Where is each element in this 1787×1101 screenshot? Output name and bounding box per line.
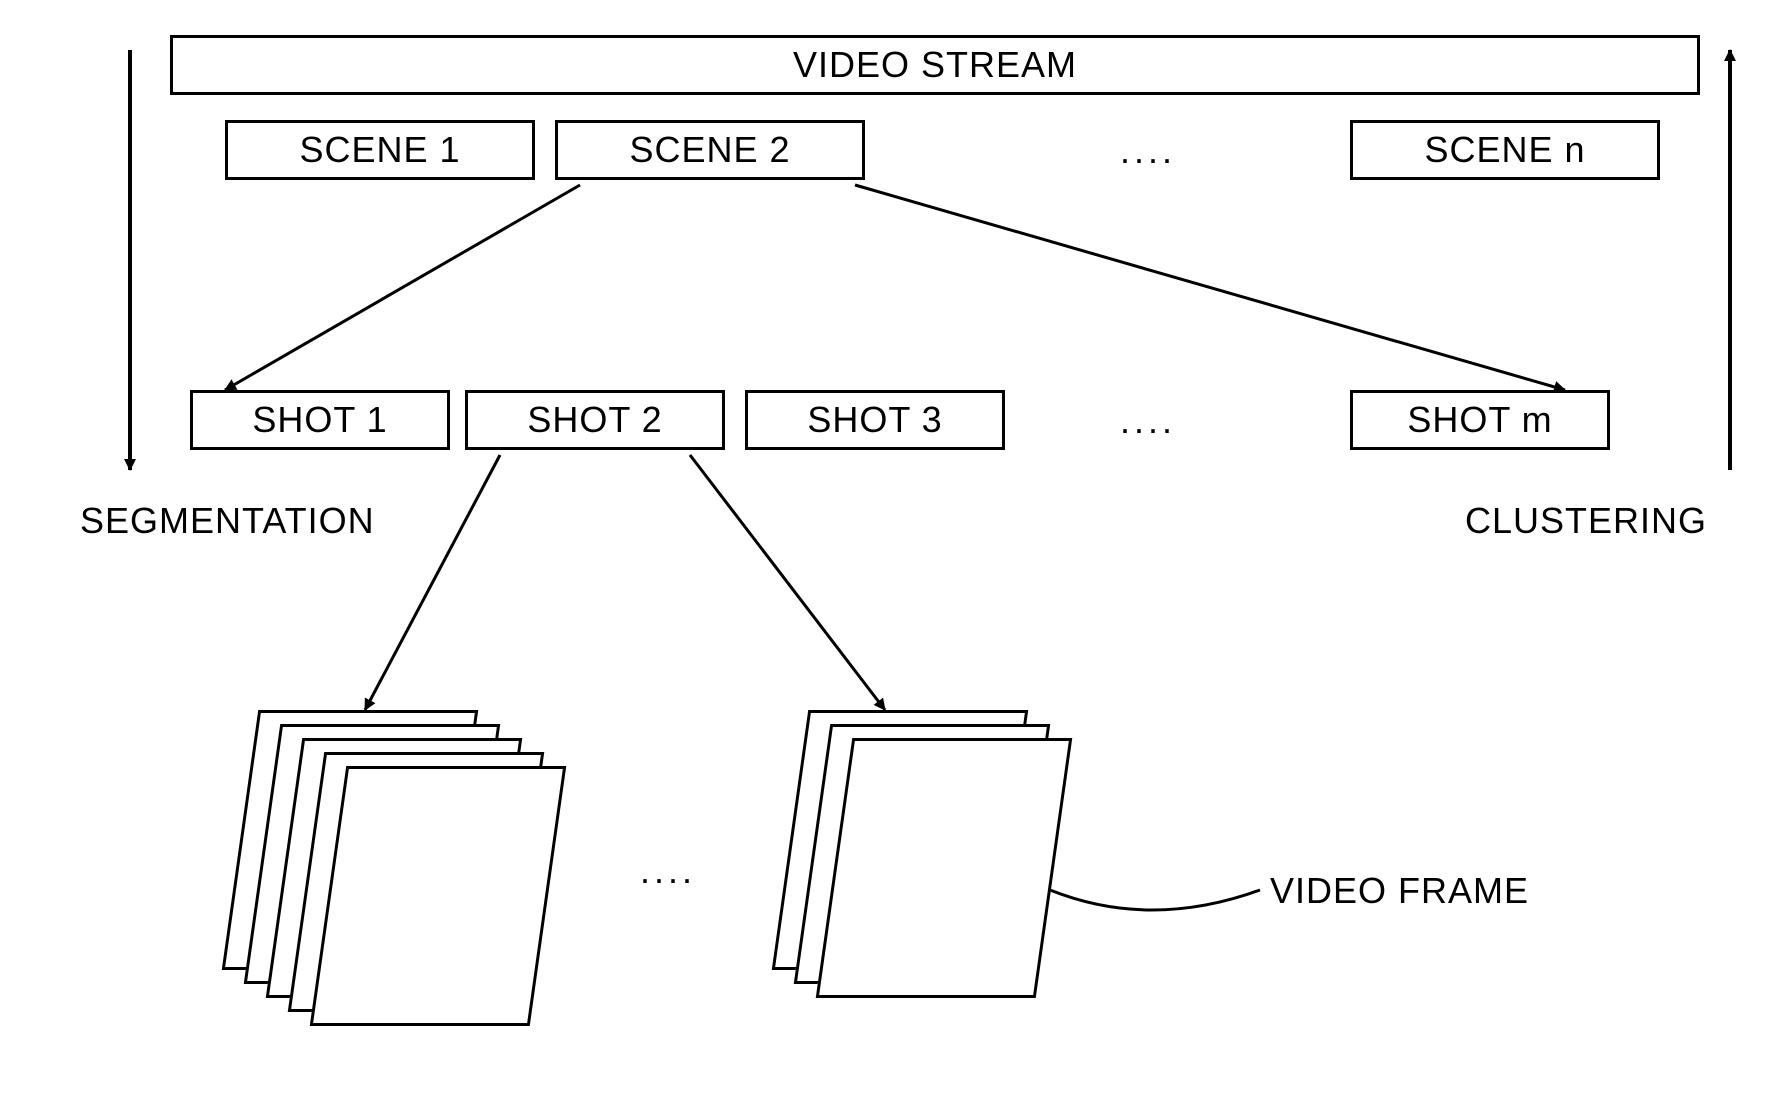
clustering-label: CLUSTERING — [1465, 500, 1707, 542]
shot-m-box: SHOT m — [1350, 390, 1610, 450]
frame-ellipsis: .... — [640, 850, 696, 892]
video-stream-label: VIDEO STREAM — [793, 44, 1077, 86]
shot-3-label: SHOT 3 — [807, 399, 942, 441]
shot-2-box: SHOT 2 — [465, 390, 725, 450]
shot-2-label: SHOT 2 — [527, 399, 662, 441]
shot2-to-leftframes-arrow — [365, 455, 500, 710]
video-frame-label: VIDEO FRAME — [1270, 870, 1529, 912]
video-frame-callout — [1050, 890, 1260, 910]
video-stream-box: VIDEO STREAM — [170, 35, 1700, 95]
scene-2-box: SCENE 2 — [555, 120, 865, 180]
shot-m-label: SHOT m — [1407, 399, 1552, 441]
shot-ellipsis: .... — [1120, 400, 1176, 442]
shot-1-box: SHOT 1 — [190, 390, 450, 450]
scene-n-label: SCENE n — [1424, 129, 1585, 171]
scene-1-box: SCENE 1 — [225, 120, 535, 180]
scene2-to-shotm-arrow — [855, 185, 1565, 390]
scene-ellipsis: .... — [1120, 130, 1176, 172]
scene2-to-shot1-arrow — [225, 185, 580, 390]
scene-1-label: SCENE 1 — [299, 129, 460, 171]
scene-2-label: SCENE 2 — [629, 129, 790, 171]
scene-n-box: SCENE n — [1350, 120, 1660, 180]
shot-1-label: SHOT 1 — [252, 399, 387, 441]
shot2-to-rightframes-arrow — [690, 455, 885, 710]
shot-3-box: SHOT 3 — [745, 390, 1005, 450]
segmentation-label: SEGMENTATION — [80, 500, 375, 542]
